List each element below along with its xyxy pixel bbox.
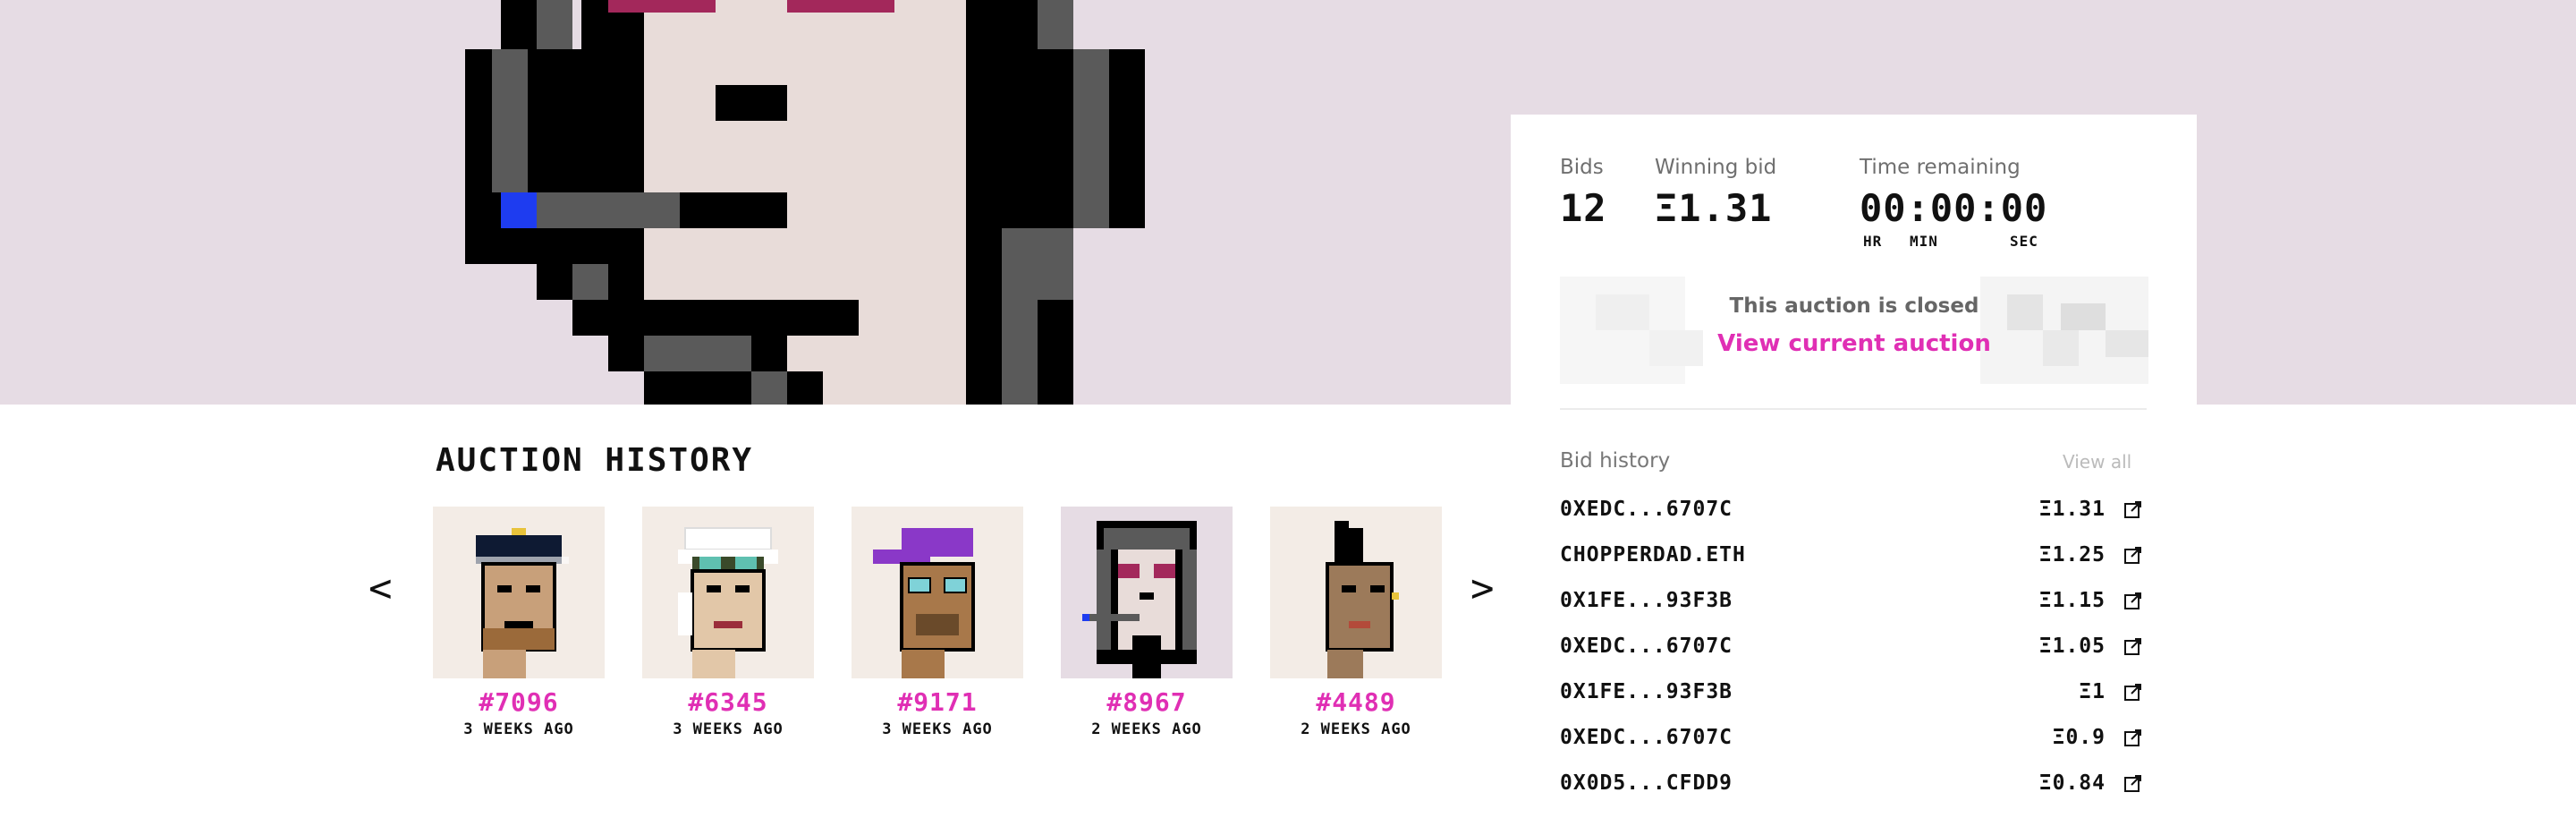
punk-time-ago: 3 WEEKS AGO: [673, 720, 784, 738]
punk-thumbnail[interactable]: [1270, 507, 1442, 678]
bid-row: 0X0D5...CFDD9 Ξ0.84: [1560, 771, 2143, 800]
history-card[interactable]: #9171 3 WEEKS AGO: [852, 507, 1023, 738]
punk-number[interactable]: #4489: [1270, 687, 1442, 717]
punk-thumbnail[interactable]: [433, 507, 605, 678]
bid-amount: Ξ1.15: [2038, 589, 2106, 612]
punk-time-ago: 2 WEEKS AGO: [1301, 720, 1411, 738]
bids-count: 12: [1560, 186, 1607, 230]
external-link-icon[interactable]: [2123, 499, 2143, 519]
punk-8967-image: [1082, 521, 1197, 678]
bid-history-title: Bid history: [1560, 449, 1671, 473]
bid-amount: Ξ1.31: [2038, 498, 2106, 521]
external-link-icon[interactable]: [2123, 773, 2143, 793]
punk-number[interactable]: #9171: [852, 687, 1023, 717]
punk-4489-image: [1326, 521, 1399, 678]
bidder-address: 0X1FE...93F3B: [1560, 680, 1733, 703]
punk-thumbnail[interactable]: [642, 507, 814, 678]
bid-amount: Ξ1.25: [2038, 543, 2106, 567]
history-next-button[interactable]: >: [1470, 566, 1495, 611]
punk-time-ago: 3 WEEKS AGO: [882, 720, 993, 738]
bidder-address: 0X0D5...CFDD9: [1560, 771, 1733, 795]
bid-amount: Ξ1: [2079, 680, 2106, 703]
bid-amount: Ξ1.05: [2038, 635, 2106, 658]
winning-bid-label: Winning bid: [1655, 156, 1777, 179]
unit-minutes: MIN: [1910, 233, 1938, 250]
auction-panel: Bids 12 Winning bid Ξ1.31 Time remaining…: [1511, 115, 2197, 405]
chevron-left-icon: <: [369, 566, 393, 611]
history-card[interactable]: #4489 2 WEEKS AGO: [1270, 507, 1442, 738]
view-all-link[interactable]: View all: [2063, 451, 2131, 473]
bid-row: 0X1FE...93F3B Ξ1: [1560, 680, 2143, 709]
auction-history-title: AUCTION HISTORY: [436, 442, 754, 479]
punk-time-ago: 2 WEEKS AGO: [1091, 720, 1202, 738]
external-link-icon[interactable]: [2123, 636, 2143, 656]
bids-label: Bids: [1560, 156, 1604, 179]
punk-artwork: [465, 0, 1145, 405]
winning-bid-value: Ξ1.31: [1655, 186, 1773, 230]
chevron-right-icon: >: [1470, 566, 1495, 611]
auction-closed-text: This auction is closed: [1729, 294, 1979, 318]
history-card[interactable]: #7096 3 WEEKS AGO: [433, 507, 605, 738]
bid-amount: Ξ0.84: [2038, 771, 2106, 795]
external-link-icon[interactable]: [2123, 545, 2143, 565]
bid-row: CHOPPERDAD.ETH Ξ1.25: [1560, 543, 2143, 572]
bidder-address: 0XEDC...6707C: [1560, 635, 1733, 658]
punk-thumbnail[interactable]: [852, 507, 1023, 678]
bid-amount: Ξ0.9: [2052, 726, 2106, 749]
punk-number[interactable]: #7096: [433, 687, 605, 717]
external-link-icon[interactable]: [2123, 728, 2143, 747]
bidder-address: 0X1FE...93F3B: [1560, 589, 1733, 612]
view-current-auction-link[interactable]: View current auction: [1560, 330, 2148, 357]
punk-7096-image: [476, 528, 569, 678]
bid-row: 0XEDC...6707C Ξ1.31: [1560, 498, 2143, 526]
bid-row: 0XEDC...6707C Ξ1.05: [1560, 635, 2143, 663]
punk-thumbnail[interactable]: [1061, 507, 1233, 678]
punk-time-ago: 3 WEEKS AGO: [463, 720, 574, 738]
external-link-icon[interactable]: [2123, 591, 2143, 610]
history-prev-button[interactable]: <: [369, 566, 393, 611]
unit-seconds: SEC: [2010, 233, 2038, 250]
punk-number[interactable]: #8967: [1061, 687, 1233, 717]
external-link-icon[interactable]: [2123, 682, 2143, 702]
time-remaining-value: 00:00:00: [1860, 186, 2048, 230]
unit-hours: HR: [1863, 233, 1883, 250]
punk-9171-image: [873, 528, 975, 678]
bidder-address: CHOPPERDAD.ETH: [1560, 543, 1746, 567]
time-remaining-label: Time remaining: [1860, 156, 2021, 179]
punk-number[interactable]: #6345: [642, 687, 814, 717]
punk-6345-image: [678, 526, 778, 678]
divider: [1560, 408, 2147, 410]
bidder-address: 0XEDC...6707C: [1560, 726, 1733, 749]
auction-closed-box: This auction is closed View current auct…: [1560, 277, 2148, 384]
bid-row: 0XEDC...6707C Ξ0.9: [1560, 726, 2143, 754]
history-card[interactable]: #6345 3 WEEKS AGO: [642, 507, 814, 738]
bidder-address: 0XEDC...6707C: [1560, 498, 1733, 521]
bid-row: 0X1FE...93F3B Ξ1.15: [1560, 589, 2143, 618]
history-card[interactable]: #8967 2 WEEKS AGO: [1061, 507, 1233, 738]
